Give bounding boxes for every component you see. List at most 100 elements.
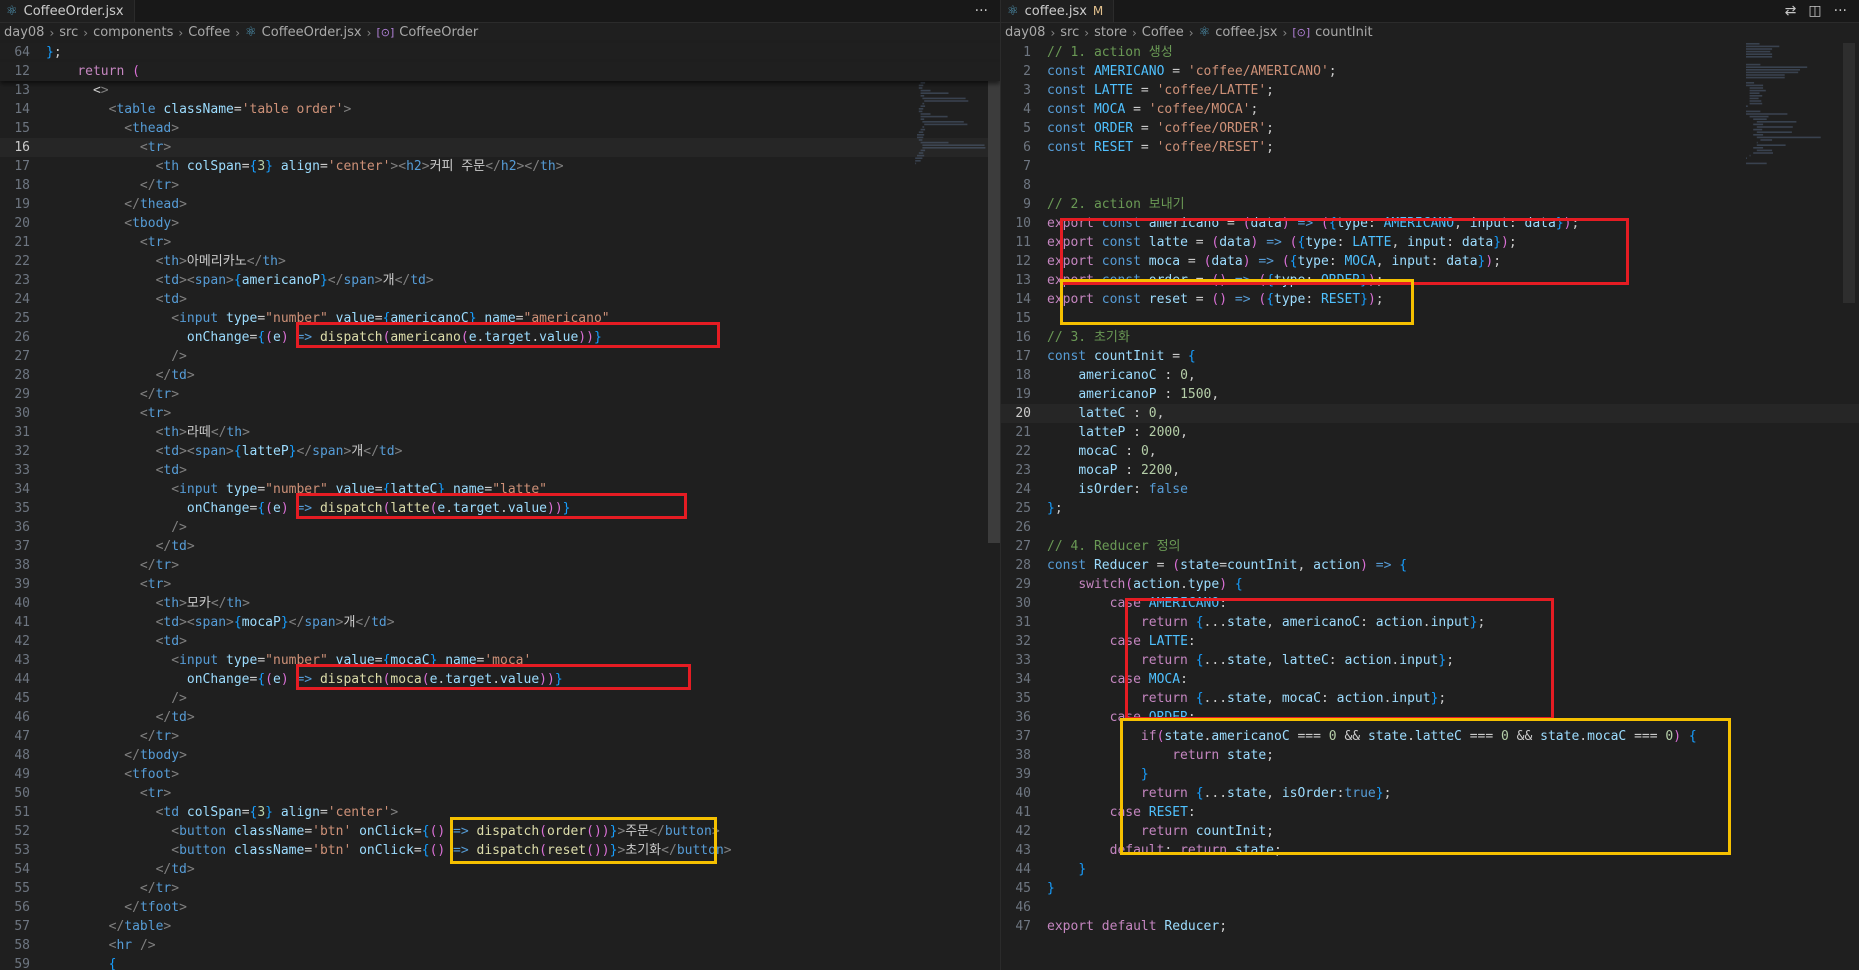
code-line[interactable]: 23 <td><span>{americanoP}</span>개</td> (0, 271, 1000, 290)
more-actions-icon[interactable]: ··· (975, 3, 988, 19)
breadcrumb-item[interactable]: store (1094, 23, 1127, 43)
breadcrumb-item[interactable]: src (59, 23, 78, 43)
code-line[interactable]: 43 <input type="number" value={mocaC} na… (0, 651, 1000, 670)
code-line[interactable]: 11 export const latte = (data) => ({type:… (1001, 233, 1859, 252)
code-line[interactable]: 55 </tr> (0, 879, 1000, 898)
compare-changes-icon[interactable]: ⇄ (1785, 3, 1797, 19)
code-line[interactable]: 33 <td> (0, 461, 1000, 480)
code-line[interactable]: 34 case MOCA: (1001, 670, 1859, 689)
split-editor-icon[interactable]: ◫ (1808, 3, 1821, 19)
more-actions-icon[interactable]: ··· (1834, 3, 1847, 19)
code-line[interactable]: 24 <td> (0, 290, 1000, 309)
code-line[interactable]: 14 export const reset = () => ({type: RES… (1001, 290, 1859, 309)
code-line[interactable]: 15 (1001, 309, 1859, 328)
code-line[interactable]: 19 </thead> (0, 195, 1000, 214)
code-line[interactable]: 29 </tr> (0, 385, 1000, 404)
code-line[interactable]: 51 <td colSpan={3} align='center'> (0, 803, 1000, 822)
breadcrumb-item[interactable]: coffee.jsx (1215, 23, 1277, 43)
code-line[interactable]: 27 /> (0, 347, 1000, 366)
code-line[interactable]: 41 case RESET: (1001, 803, 1859, 822)
code-line[interactable]: 36 case ORDER: (1001, 708, 1859, 727)
code-line[interactable]: 52 <button className='btn' onClick={() =… (0, 822, 1000, 841)
code-line[interactable]: 13 export const order = () => ({type: ORD… (1001, 271, 1859, 290)
code-line[interactable]: 33 return {...state, latteC: action.inpu… (1001, 651, 1859, 670)
code-line[interactable]: 19 americanoP : 1500, (1001, 385, 1859, 404)
code-line[interactable]: 16 <tr> (0, 138, 1000, 157)
code-line[interactable]: 13 <> (0, 81, 1000, 100)
code-line[interactable]: 28 </td> (0, 366, 1000, 385)
code-line[interactable]: 23 mocaP : 2200, (1001, 461, 1859, 480)
code-line[interactable]: 22 <th>아메리카노</th> (0, 252, 1000, 271)
code-line[interactable]: 42 return countInit; (1001, 822, 1859, 841)
code-line[interactable]: 42 <td> (0, 632, 1000, 651)
breadcrumb-item[interactable]: components (93, 23, 173, 43)
code-line[interactable]: 12 export const moca = (data) => ({type: … (1001, 252, 1859, 271)
code-line[interactable]: 38 return state; (1001, 746, 1859, 765)
code-line[interactable]: 24 isOrder: false (1001, 480, 1859, 499)
code-line[interactable]: 39 <tr> (0, 575, 1000, 594)
code-line[interactable]: 21 <tr> (0, 233, 1000, 252)
code-line[interactable]: 20 <tbody> (0, 214, 1000, 233)
code-line[interactable]: 54 </td> (0, 860, 1000, 879)
breadcrumb-item[interactable]: src (1060, 23, 1079, 43)
code-line[interactable]: 17 const countInit = { (1001, 347, 1859, 366)
code-line[interactable]: 3 const LATTE = 'coffee/LATTE'; (1001, 81, 1859, 100)
code-line[interactable]: 10 export const americano = (data) => ({t… (1001, 214, 1859, 233)
code-line[interactable]: 4 const MOCA = 'coffee/MOCA'; (1001, 100, 1859, 119)
code-line[interactable]: 37 if(state.americanoC === 0 && state.la… (1001, 727, 1859, 746)
code-line[interactable]: 56 </tfoot> (0, 898, 1000, 917)
code-line[interactable]: 31 <th>라떼</th> (0, 423, 1000, 442)
code-line[interactable]: 34 <input type="number" value={latteC} n… (0, 480, 1000, 499)
code-line[interactable]: 36 /> (0, 518, 1000, 537)
code-line[interactable]: 57 </table> (0, 917, 1000, 936)
breadcrumb-item[interactable]: Coffee (188, 23, 230, 43)
code-line[interactable]: 26 onChange={(e) => dispatch(americano(e… (0, 328, 1000, 347)
code-line[interactable]: 41 <td><span>{mocaP}</span>개</td> (0, 613, 1000, 632)
code-line[interactable]: 32 case LATTE: (1001, 632, 1859, 651)
code-line[interactable]: 25}; (1001, 499, 1859, 518)
code-line[interactable]: 5 const ORDER = 'coffee/ORDER'; (1001, 119, 1859, 138)
breadcrumb-item[interactable]: day08 (1005, 23, 1045, 43)
tab-coffeeorder-jsx[interactable]: ⚛ CoffeeOrder.jsx (0, 0, 135, 22)
code-editor[interactable]: 64}; 12 return (13 <> 14 <table className=… (0, 43, 1000, 970)
code-line[interactable]: 43 default: return state; (1001, 841, 1859, 860)
code-line[interactable]: 15 <thead> (0, 119, 1000, 138)
code-line[interactable]: 2 const AMERICANO = 'coffee/AMERICANO'; (1001, 62, 1859, 81)
code-line[interactable]: 9 // 2. action 보내기 (1001, 195, 1859, 214)
code-line[interactable]: 48 </tbody> (0, 746, 1000, 765)
code-line[interactable]: 44 onChange={(e) => dispatch(moca(e.targ… (0, 670, 1000, 689)
code-line[interactable]: 50 <tr> (0, 784, 1000, 803)
code-line[interactable]: 39 } (1001, 765, 1859, 784)
code-line[interactable]: 40 return {...state, isOrder:true}; (1001, 784, 1859, 803)
code-line[interactable]: 31 return {...state, americanoC: action.… (1001, 613, 1859, 632)
code-line[interactable]: 46 (1001, 898, 1859, 917)
code-line[interactable]: 21 latteP : 2000, (1001, 423, 1859, 442)
code-line[interactable]: 14 <table className='table order'> (0, 100, 1000, 119)
code-line[interactable]: 22 mocaC : 0, (1001, 442, 1859, 461)
code-line[interactable]: 29 switch(action.type) { (1001, 575, 1859, 594)
code-line[interactable]: 47 </tr> (0, 727, 1000, 746)
vertical-scrollbar[interactable] (1843, 43, 1855, 303)
code-line[interactable]: 35 return {...state, mocaC: action.input… (1001, 689, 1859, 708)
code-line[interactable]: 30 case AMERICANO: (1001, 594, 1859, 613)
code-line[interactable]: 27 // 4. Reducer 정의 (1001, 537, 1859, 556)
breadcrumb-item[interactable]: CoffeeOrder.jsx (262, 23, 362, 43)
code-line[interactable]: 1 // 1. action 생성 (1001, 43, 1859, 62)
code-line[interactable]: 59 { (0, 955, 1000, 970)
breadcrumb-item[interactable]: day08 (4, 23, 44, 43)
code-line[interactable]: 7 (1001, 157, 1859, 176)
code-line[interactable]: 18 </tr> (0, 176, 1000, 195)
minimap[interactable] (1746, 43, 1836, 243)
code-line[interactable]: 46 </td> (0, 708, 1000, 727)
code-line[interactable]: 26 (1001, 518, 1859, 537)
code-line[interactable]: 8 (1001, 176, 1859, 195)
code-line[interactable]: 40 <th>모카</th> (0, 594, 1000, 613)
code-editor[interactable]: 1 // 1. action 생성 2 const AMERICANO = 'coff… (1001, 43, 1859, 970)
code-line[interactable]: 58 <hr /> (0, 936, 1000, 955)
breadcrumb-item[interactable]: CoffeeOrder (399, 23, 478, 43)
code-line[interactable]: 49 <tfoot> (0, 765, 1000, 784)
code-line[interactable]: 25 <input type="number" value={americano… (0, 309, 1000, 328)
code-line[interactable]: 35 onChange={(e) => dispatch(latte(e.tar… (0, 499, 1000, 518)
code-line[interactable]: 18 americanoC : 0, (1001, 366, 1859, 385)
code-line[interactable]: 20 latteC : 0, (1001, 404, 1859, 423)
